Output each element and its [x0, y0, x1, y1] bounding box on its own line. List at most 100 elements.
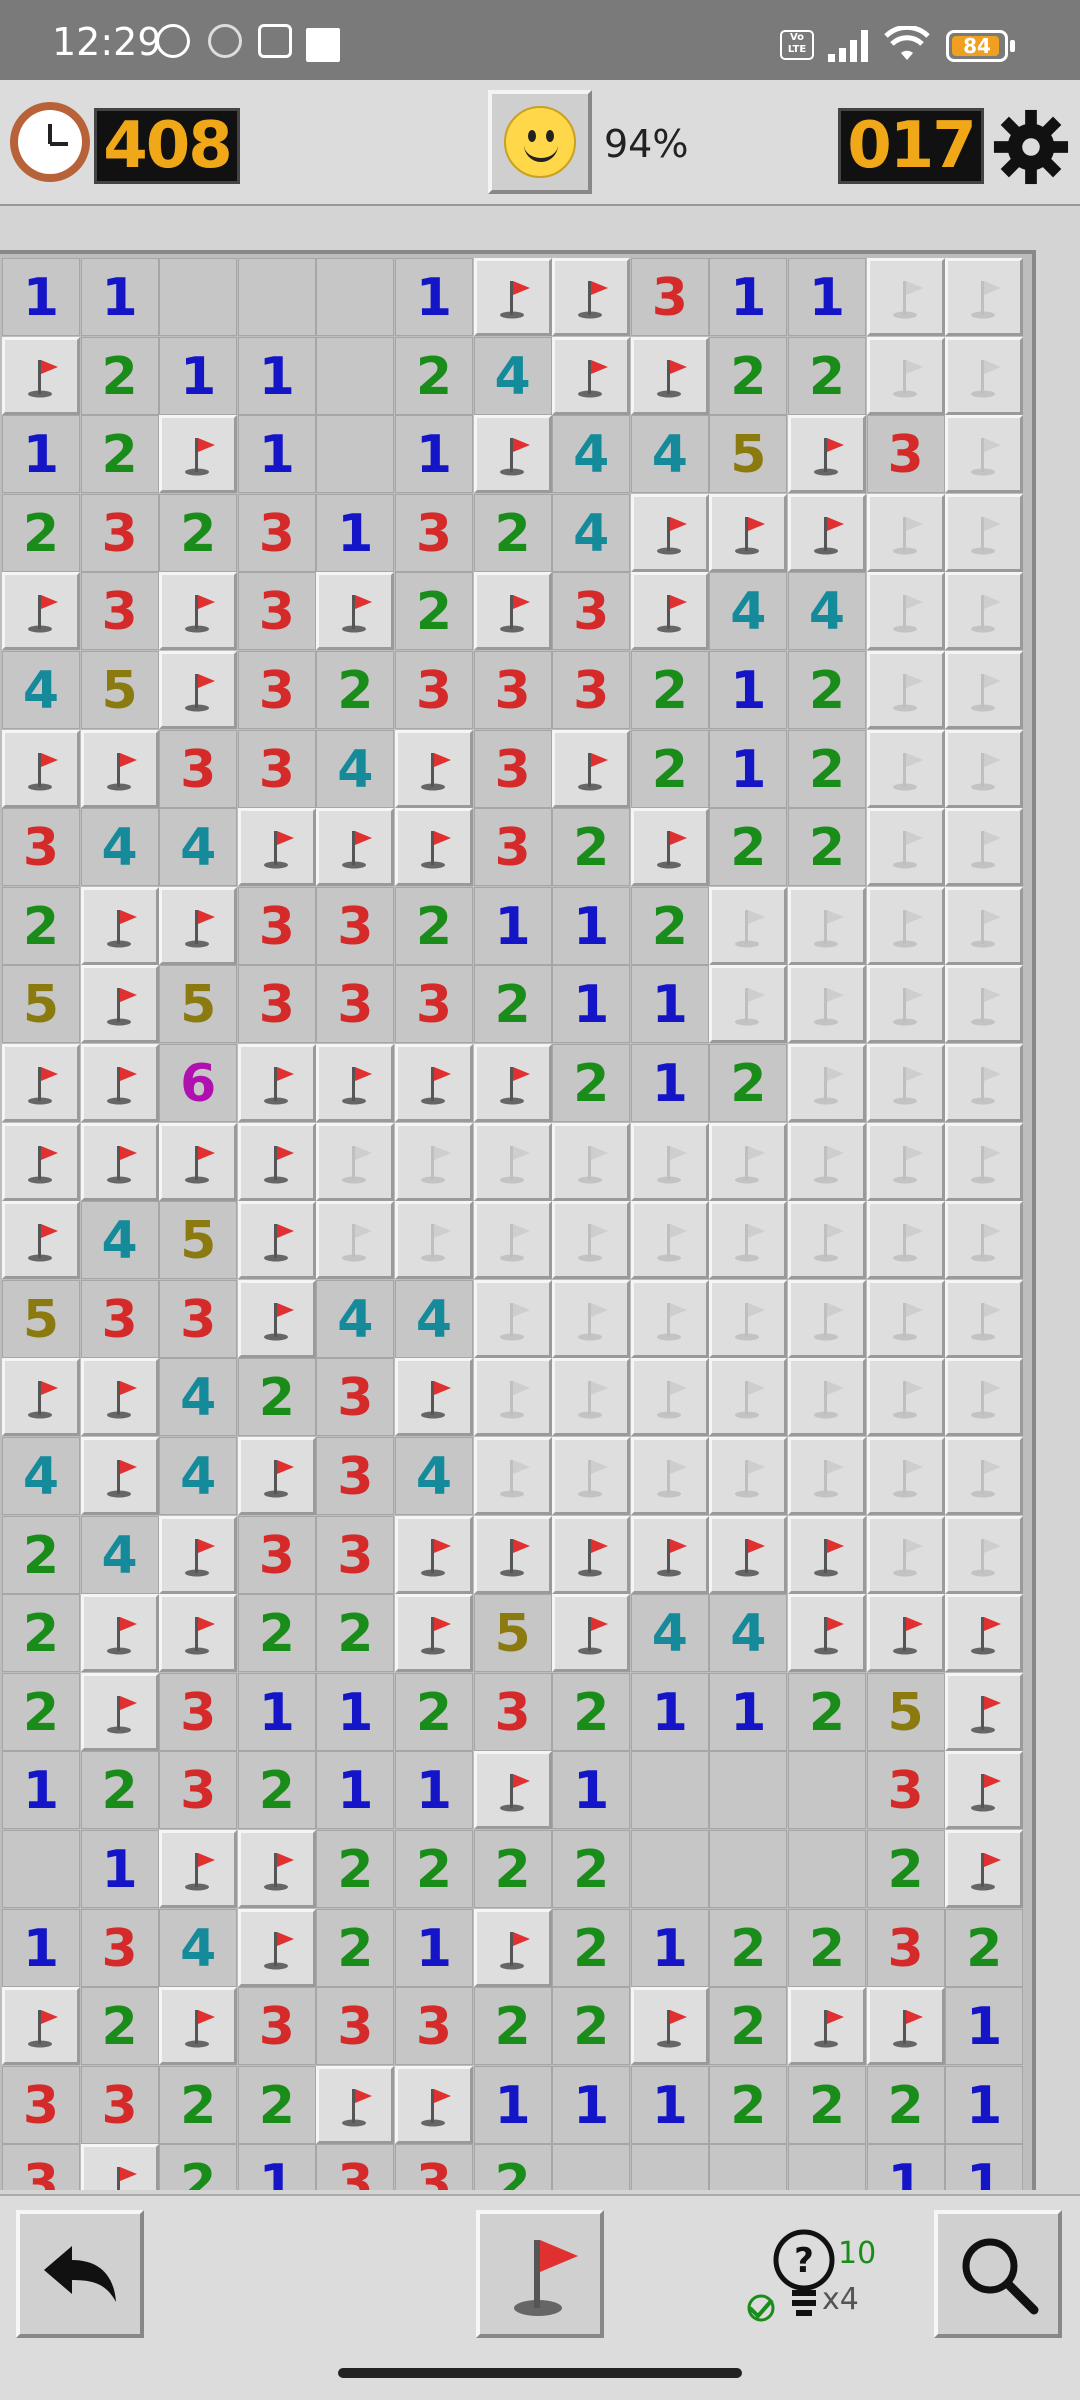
number-cell[interactable]: 1 — [395, 258, 473, 336]
flagged-cell[interactable] — [159, 1515, 238, 1594]
unrevealed-cell[interactable] — [945, 1279, 1024, 1358]
minefield-board[interactable]: 1113112112422121144532323132433234445323… — [0, 250, 1036, 2190]
number-cell[interactable]: 1 — [630, 2065, 709, 2144]
flagged-cell[interactable] — [237, 1830, 316, 1908]
number-cell[interactable]: 2 — [630, 886, 709, 965]
unrevealed-cell[interactable] — [316, 1201, 395, 1280]
number-cell[interactable]: 2 — [237, 1751, 316, 1830]
number-cell[interactable]: 1 — [395, 415, 473, 494]
number-cell[interactable]: 1 — [316, 1751, 395, 1830]
unrevealed-cell[interactable] — [945, 729, 1024, 808]
number-cell[interactable]: 3 — [395, 965, 473, 1044]
number-cell[interactable]: 4 — [159, 1437, 238, 1515]
number-cell[interactable]: 2 — [237, 1594, 316, 1673]
number-cell[interactable]: 1 — [709, 258, 788, 336]
flagged-cell[interactable] — [788, 1987, 866, 2066]
number-cell[interactable]: 3 — [866, 1908, 945, 1987]
number-cell[interactable]: 5 — [709, 415, 788, 494]
flagged-cell[interactable] — [316, 808, 395, 887]
number-cell[interactable]: 2 — [866, 2065, 945, 2144]
number-cell[interactable]: 5 — [866, 1672, 945, 1751]
number-cell[interactable]: 1 — [237, 2144, 316, 2190]
empty-cell[interactable] — [316, 336, 395, 415]
number-cell[interactable]: 3 — [473, 1672, 552, 1751]
unrevealed-cell[interactable] — [866, 336, 945, 415]
flagged-cell[interactable] — [2, 1044, 80, 1122]
number-cell[interactable]: 3 — [395, 493, 473, 572]
number-cell[interactable]: 2 — [80, 1987, 159, 2066]
number-cell[interactable]: 2 — [788, 336, 866, 415]
flagged-cell[interactable] — [788, 1515, 866, 1594]
flagged-cell[interactable] — [473, 415, 552, 494]
search-button[interactable] — [934, 2210, 1062, 2338]
number-cell[interactable]: 3 — [237, 651, 316, 729]
number-cell[interactable]: 4 — [2, 1437, 80, 1515]
flagged-cell[interactable] — [159, 1122, 238, 1201]
number-cell[interactable]: 1 — [709, 1672, 788, 1751]
number-cell[interactable]: 2 — [709, 336, 788, 415]
number-cell[interactable]: 1 — [473, 2065, 552, 2144]
number-cell[interactable]: 3 — [316, 1987, 395, 2066]
flagged-cell[interactable] — [473, 1515, 552, 1594]
number-cell[interactable]: 1 — [473, 886, 552, 965]
empty-cell[interactable] — [630, 1830, 709, 1908]
number-cell[interactable]: 2 — [473, 1987, 552, 2066]
number-cell[interactable]: 3 — [2, 2144, 80, 2190]
empty-cell[interactable] — [709, 2144, 788, 2190]
number-cell[interactable]: 3 — [630, 258, 709, 336]
flagged-cell[interactable] — [395, 2065, 473, 2144]
unrevealed-cell[interactable] — [552, 1122, 631, 1201]
number-cell[interactable]: 3 — [237, 886, 316, 965]
number-cell[interactable]: 2 — [395, 1830, 473, 1908]
unrevealed-cell[interactable] — [709, 1437, 788, 1515]
number-cell[interactable]: 3 — [237, 1515, 316, 1594]
number-cell[interactable]: 2 — [2, 1515, 80, 1594]
empty-cell[interactable] — [237, 258, 316, 336]
flagged-cell[interactable] — [237, 1044, 316, 1122]
flagged-cell[interactable] — [159, 1594, 238, 1673]
number-cell[interactable]: 1 — [2, 415, 80, 494]
number-cell[interactable]: 3 — [159, 1672, 238, 1751]
flagged-cell[interactable] — [80, 1594, 159, 1673]
number-cell[interactable]: 1 — [2, 258, 80, 336]
number-cell[interactable]: 2 — [945, 1908, 1024, 1987]
empty-cell[interactable] — [316, 258, 395, 336]
number-cell[interactable]: 2 — [237, 2065, 316, 2144]
number-cell[interactable]: 4 — [709, 572, 788, 651]
number-cell[interactable]: 3 — [866, 1751, 945, 1830]
number-cell[interactable]: 1 — [709, 729, 788, 808]
flagged-cell[interactable] — [395, 1358, 473, 1437]
number-cell[interactable]: 3 — [316, 965, 395, 1044]
number-cell[interactable]: 4 — [630, 1594, 709, 1673]
flagged-cell[interactable] — [2, 1201, 80, 1280]
flagged-cell[interactable] — [237, 1201, 316, 1280]
number-cell[interactable]: 1 — [552, 965, 631, 1044]
flagged-cell[interactable] — [473, 572, 552, 651]
number-cell[interactable]: 3 — [237, 729, 316, 808]
number-cell[interactable]: 3 — [552, 651, 631, 729]
unrevealed-cell[interactable] — [945, 572, 1024, 651]
number-cell[interactable]: 2 — [473, 2144, 552, 2190]
number-cell[interactable]: 2 — [473, 965, 552, 1044]
number-cell[interactable]: 2 — [80, 336, 159, 415]
number-cell[interactable]: 4 — [159, 808, 238, 887]
flagged-cell[interactable] — [316, 2065, 395, 2144]
unrevealed-cell[interactable] — [866, 1437, 945, 1515]
number-cell[interactable]: 4 — [80, 1515, 159, 1594]
number-cell[interactable]: 5 — [473, 1594, 552, 1673]
number-cell[interactable]: 1 — [945, 2065, 1024, 2144]
number-cell[interactable]: 3 — [316, 2144, 395, 2190]
unrevealed-cell[interactable] — [316, 1122, 395, 1201]
number-cell[interactable]: 1 — [80, 258, 159, 336]
empty-cell[interactable] — [788, 2144, 866, 2190]
number-cell[interactable]: 2 — [159, 2144, 238, 2190]
unrevealed-cell[interactable] — [473, 1201, 552, 1280]
number-cell[interactable]: 3 — [159, 1279, 238, 1358]
flagged-cell[interactable] — [80, 1358, 159, 1437]
number-cell[interactable]: 1 — [866, 2144, 945, 2190]
flagged-cell[interactable] — [473, 1751, 552, 1830]
empty-cell[interactable] — [552, 2144, 631, 2190]
number-cell[interactable]: 3 — [237, 965, 316, 1044]
number-cell[interactable]: 3 — [80, 1908, 159, 1987]
number-cell[interactable]: 1 — [630, 1672, 709, 1751]
